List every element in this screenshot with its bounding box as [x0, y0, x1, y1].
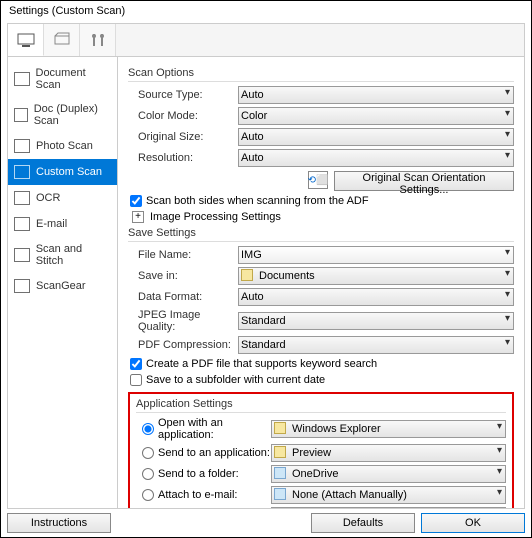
- folder-icon: [274, 422, 286, 434]
- source-type-select[interactable]: Auto: [238, 86, 514, 104]
- attach-email-radio[interactable]: [142, 489, 154, 501]
- save-in-select[interactable]: Documents: [238, 267, 514, 285]
- send-app-label: Send to an application:: [158, 447, 270, 459]
- data-format-select[interactable]: Auto: [238, 288, 514, 306]
- image-processing-expander[interactable]: + Image Processing Settings: [128, 211, 514, 223]
- application-settings-group: Application Settings Open with an applic…: [128, 392, 514, 508]
- save-in-label: Save in:: [128, 270, 238, 282]
- folder-icon: [274, 446, 286, 458]
- sidebar-item-scangear[interactable]: ScanGear: [8, 273, 117, 299]
- scan-options-title: Scan Options: [128, 67, 514, 79]
- sidebar-item-label: Scan and Stitch: [36, 243, 111, 267]
- data-format-label: Data Format:: [128, 291, 238, 303]
- defaults-button[interactable]: Defaults: [311, 513, 415, 533]
- pdf-compression-select[interactable]: Standard: [238, 336, 514, 354]
- sidebar-item-photo-scan[interactable]: Photo Scan: [8, 133, 117, 159]
- color-mode-select[interactable]: Color: [238, 107, 514, 125]
- scangear-icon: [14, 279, 30, 293]
- divider: [128, 81, 514, 82]
- email-icon: [14, 217, 30, 231]
- both-sides-label: Scan both sides when scanning from the A…: [146, 195, 369, 207]
- send-folder-radio[interactable]: [142, 468, 154, 480]
- save-settings-title: Save Settings: [128, 227, 514, 239]
- folder-icon: [241, 269, 253, 281]
- jpeg-quality-label: JPEG Image Quality:: [128, 309, 238, 333]
- sidebar-item-custom-scan[interactable]: Custom Scan: [8, 159, 117, 185]
- send-folder-select[interactable]: OneDrive: [271, 465, 506, 483]
- content-frame: Document Scan Doc (Duplex) Scan Photo Sc…: [7, 23, 525, 509]
- open-app-radio[interactable]: [142, 423, 154, 435]
- send-app-select[interactable]: Preview: [271, 444, 506, 462]
- sidebar-item-scan-stitch[interactable]: Scan and Stitch: [8, 237, 117, 273]
- orientation-settings-button[interactable]: Original Scan Orientation Settings...: [334, 171, 514, 191]
- open-app-select[interactable]: Windows Explorer: [271, 420, 506, 438]
- document-icon: [14, 72, 30, 86]
- jpeg-quality-select[interactable]: Standard: [238, 312, 514, 330]
- window-title: Settings (Custom Scan): [1, 1, 531, 21]
- sidebar-item-label: OCR: [36, 192, 60, 204]
- sidebar-item-label: Document Scan: [36, 67, 112, 91]
- pdf-compression-label: PDF Compression:: [128, 339, 238, 351]
- settings-panel: Scan Options Source Type:Auto Color Mode…: [118, 57, 524, 508]
- create-pdf-label: Create a PDF file that supports keyword …: [146, 358, 377, 370]
- divider: [128, 241, 514, 242]
- original-size-label: Original Size:: [128, 131, 238, 143]
- subfolder-label: Save to a subfolder with current date: [146, 374, 325, 386]
- send-folder-label: Send to a folder:: [158, 468, 239, 480]
- plus-icon: +: [132, 211, 144, 223]
- footer: Instructions Defaults OK: [7, 513, 525, 533]
- file-name-input[interactable]: [238, 246, 514, 264]
- attach-email-select[interactable]: None (Attach Manually): [271, 486, 506, 504]
- image-processing-label: Image Processing Settings: [150, 211, 281, 223]
- resolution-select[interactable]: Auto: [238, 149, 514, 167]
- subfolder-checkbox[interactable]: [130, 374, 142, 386]
- app-icon: [274, 488, 286, 500]
- stitch-icon: [14, 248, 30, 262]
- reset-orientation-icon[interactable]: ⟲⬜: [308, 171, 328, 189]
- sidebar-item-email[interactable]: E-mail: [8, 211, 117, 237]
- toolbar: [8, 24, 524, 57]
- tab-general-settings[interactable]: [80, 24, 116, 56]
- attach-email-label: Attach to e-mail:: [158, 489, 237, 501]
- tab-scan-from-computer[interactable]: [8, 24, 44, 56]
- custom-icon: [14, 165, 30, 179]
- ocr-icon: [14, 191, 30, 205]
- ok-button[interactable]: OK: [421, 513, 525, 533]
- sidebar-item-ocr[interactable]: OCR: [8, 185, 117, 211]
- both-sides-checkbox[interactable]: [130, 195, 142, 207]
- sidebar-item-label: Custom Scan: [36, 166, 102, 178]
- sidebar-item-label: Doc (Duplex) Scan: [34, 103, 111, 127]
- tab-scan-from-panel[interactable]: [44, 24, 80, 56]
- main-area: Document Scan Doc (Duplex) Scan Photo Sc…: [8, 57, 524, 508]
- photo-icon: [14, 139, 30, 153]
- resolution-label: Resolution:: [128, 152, 238, 164]
- sidebar-item-label: ScanGear: [36, 280, 86, 292]
- onedrive-icon: [274, 467, 286, 479]
- divider: [136, 412, 506, 413]
- sidebar-item-document-scan[interactable]: Document Scan: [8, 61, 117, 97]
- original-size-select[interactable]: Auto: [238, 128, 514, 146]
- sidebar-item-label: Photo Scan: [36, 140, 93, 152]
- create-pdf-checkbox[interactable]: [130, 358, 142, 370]
- source-type-label: Source Type:: [128, 89, 238, 101]
- color-mode-label: Color Mode:: [128, 110, 238, 122]
- start-ocr-select[interactable]: Output to Text: [271, 507, 506, 508]
- sidebar-item-label: E-mail: [36, 218, 67, 230]
- instructions-button[interactable]: Instructions: [7, 513, 111, 533]
- open-app-label: Open with an application:: [158, 417, 271, 441]
- sidebar: Document Scan Doc (Duplex) Scan Photo Sc…: [8, 57, 118, 508]
- sidebar-item-doc-duplex[interactable]: Doc (Duplex) Scan: [8, 97, 117, 133]
- app-settings-title: Application Settings: [136, 398, 506, 410]
- send-app-radio[interactable]: [142, 447, 154, 459]
- file-name-label: File Name:: [128, 249, 238, 261]
- duplex-icon: [14, 108, 28, 122]
